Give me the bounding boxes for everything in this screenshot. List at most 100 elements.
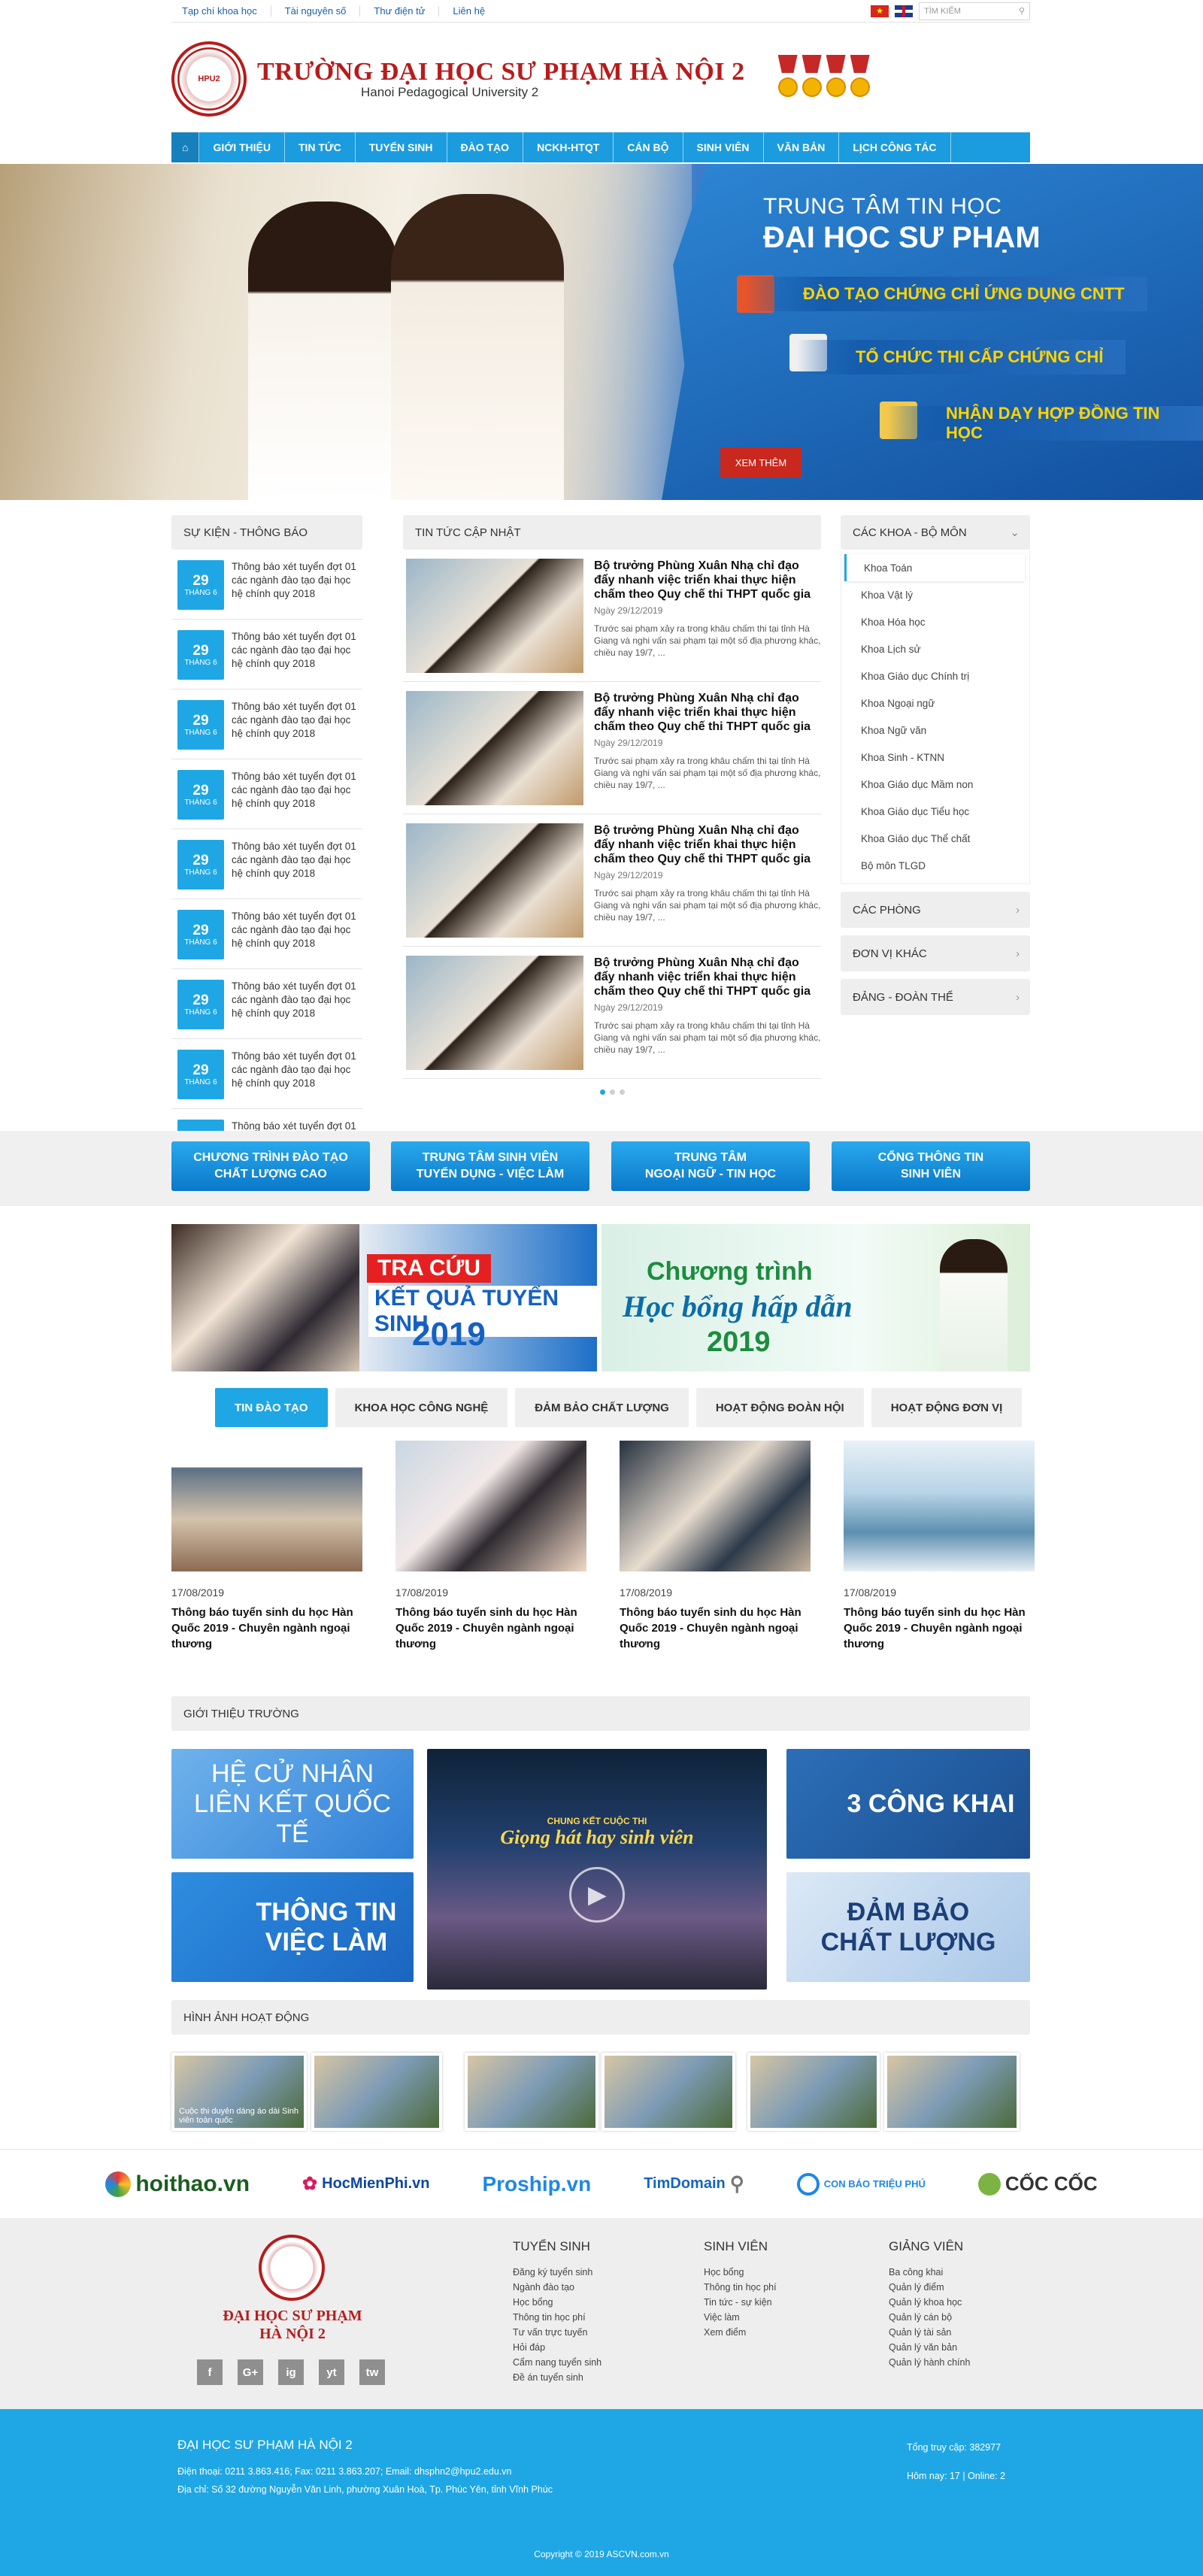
- banner-more-button[interactable]: XEM THÊM: [720, 447, 801, 477]
- news-item[interactable]: Bộ trưởng Phùng Xuân Nhạ chỉ đạo đẩy nha…: [403, 682, 821, 814]
- dept-offices[interactable]: CÁC PHÒNG ›: [841, 892, 1030, 928]
- card-image[interactable]: [171, 1441, 362, 1571]
- event-item[interactable]: 29THÁNG 6Thông báo xét tuyển đợt 01 các …: [171, 689, 362, 759]
- news-title[interactable]: Bộ trưởng Phùng Xuân Nhạ chỉ đạo đẩy nha…: [594, 956, 821, 999]
- footer-logo[interactable]: [259, 2235, 325, 2301]
- news-title[interactable]: Bộ trưởng Phùng Xuân Nhạ chỉ đạo đẩy nha…: [594, 559, 821, 602]
- news-item[interactable]: Bộ trưởng Phùng Xuân Nhạ chỉ đạo đẩy nha…: [403, 550, 821, 682]
- partner-hocmienphi[interactable]: ✿ HocMienPhi.vn: [302, 2173, 429, 2195]
- faculties-heading[interactable]: CÁC KHOA - BỘ MÔN ⌄: [841, 515, 1030, 550]
- event-text[interactable]: Thông báo xét tuyển đợt 01 các ngành đào…: [232, 770, 362, 820]
- home-icon[interactable]: ⌂: [171, 132, 200, 162]
- hero-banner[interactable]: TRUNG TÂM TIN HỌC ĐẠI HỌC SƯ PHẠM ĐÀO TẠ…: [0, 164, 1203, 500]
- footer-link[interactable]: Xem điểm: [704, 2325, 777, 2340]
- nav-item-news[interactable]: TIN TỨC: [285, 132, 356, 162]
- event-text[interactable]: Thông báo xét tuyển đợt 01 các ngành đào…: [232, 980, 362, 1029]
- tile-3-public[interactable]: 3 CÔNG KHAI: [786, 1749, 1030, 1859]
- footer-link[interactable]: Quản lý văn bản: [889, 2340, 970, 2355]
- search-icon[interactable]: ⚲: [1019, 6, 1025, 16]
- top-link-mail[interactable]: Thư điện tử: [360, 5, 440, 17]
- news-title[interactable]: Bộ trưởng Phùng Xuân Nhạ chỉ đạo đẩy nha…: [594, 823, 821, 866]
- quick-button-student-portal[interactable]: CỔNG THÔNG TIN SINH VIÊN: [832, 1141, 1030, 1191]
- tile-jobs[interactable]: THÔNG TIN VIỆC LÀM: [171, 1872, 414, 1982]
- event-item[interactable]: 29THÁNG 6Thông báo xét tuyển đợt 01 các …: [171, 620, 362, 689]
- page-dot[interactable]: [599, 1089, 605, 1095]
- english-flag-icon[interactable]: [895, 5, 913, 17]
- gallery-photo[interactable]: [747, 2053, 880, 2131]
- nav-item-staff[interactable]: CÁN BỘ: [614, 132, 683, 162]
- dept-other-units[interactable]: ĐƠN VỊ KHÁC ›: [841, 935, 1030, 971]
- footer-link[interactable]: Quản lý khoa học: [889, 2295, 970, 2310]
- intro-video[interactable]: CHUNG KẾT CUỘC THI Giọng hát hay sinh vi…: [427, 1749, 767, 1990]
- event-item[interactable]: 29THÁNG 6Thông báo xét tuyển đợt 01 các …: [171, 1039, 362, 1109]
- google-plus-icon[interactable]: G+: [238, 2359, 263, 2385]
- quick-button-student-center[interactable]: TRUNG TÂM SINH VIÊN TUYỂN DỤNG - VIỆC LÀM: [391, 1141, 589, 1191]
- footer-link[interactable]: Quản lý hành chính: [889, 2355, 970, 2370]
- footer-link[interactable]: Học bổng: [704, 2265, 777, 2280]
- gallery-photo[interactable]: [884, 2053, 1020, 2131]
- tab-quality[interactable]: ĐẢM BẢO CHẤT LƯỢNG: [515, 1388, 689, 1427]
- quick-button-language-center[interactable]: TRUNG TÂM NGOẠI NGỮ - TIN HỌC: [611, 1141, 810, 1191]
- card-image[interactable]: [844, 1441, 1035, 1571]
- event-item[interactable]: 29THÁNG 6Thông báo xét tuyển đợt 01 các …: [171, 899, 362, 969]
- event-item[interactable]: 29THÁNG 6Thông báo xét tuyển đợt 01 các …: [171, 829, 362, 899]
- top-link-journal[interactable]: Tạp chí khoa học: [171, 5, 271, 17]
- news-item[interactable]: Bộ trưởng Phùng Xuân Nhạ chỉ đạo đẩy nha…: [403, 947, 821, 1079]
- event-item[interactable]: 29THÁNG 6Thông báo xét tuyển đợt 01 các …: [171, 969, 362, 1039]
- nav-item-documents[interactable]: VĂN BẢN: [764, 132, 840, 162]
- news-card[interactable]: 17/08/2019 Thông báo tuyển sinh du học Hà…: [395, 1441, 586, 1652]
- faculty-item[interactable]: Khoa Giáo dục Thể chất: [841, 825, 1029, 852]
- footer-link[interactable]: Ba công khai: [889, 2265, 970, 2280]
- news-pagination[interactable]: [403, 1089, 821, 1095]
- faculty-item[interactable]: Khoa Hóa học: [841, 608, 1029, 635]
- instagram-icon[interactable]: ig: [278, 2359, 304, 2385]
- gallery-photo[interactable]: [602, 2053, 735, 2131]
- nav-item-about[interactable]: GIỚI THIỆU: [199, 132, 285, 162]
- footer-link[interactable]: Tin tức - sự kiện: [704, 2295, 777, 2310]
- tab-units[interactable]: HOẠT ĐỘNG ĐƠN VỊ: [871, 1388, 1023, 1427]
- nav-item-training[interactable]: ĐÀO TẠO: [447, 132, 524, 162]
- footer-link[interactable]: Tư vấn trực tuyến: [513, 2325, 602, 2340]
- faculty-item[interactable]: Khoa Toán: [844, 554, 1025, 581]
- news-card[interactable]: 17/08/2019 Thông báo tuyển sinh du học Hà…: [620, 1441, 811, 1652]
- top-link-resources[interactable]: Tài nguyên số: [271, 5, 361, 17]
- top-link-contact[interactable]: Liên hệ: [439, 5, 498, 17]
- nav-item-schedule[interactable]: LỊCH CÔNG TÁC: [839, 132, 951, 162]
- page-dot[interactable]: [619, 1089, 625, 1095]
- faculty-item[interactable]: Khoa Ngữ văn: [841, 717, 1029, 744]
- partner-proship[interactable]: Proship.vn: [482, 2172, 591, 2196]
- footer-link[interactable]: Việc làm: [704, 2310, 777, 2325]
- tab-training[interactable]: TIN ĐÀO TẠO: [215, 1388, 328, 1427]
- event-text[interactable]: Thông báo xét tuyển đợt 01 các ngành đào…: [232, 840, 362, 889]
- dept-party[interactable]: ĐẢNG - ĐOÀN THỂ ›: [841, 979, 1030, 1015]
- faculty-item[interactable]: Khoa Ngoại ngữ: [841, 689, 1029, 717]
- faculty-item[interactable]: Bộ môn TLGD: [841, 852, 1029, 879]
- nav-item-admission[interactable]: TUYỂN SINH: [356, 132, 447, 162]
- partner-conbao[interactable]: CON BÁO TRIỆU PHÚ: [796, 2172, 926, 2196]
- promo-scholarship[interactable]: Chương trình Học bổng hấp dẫn 2019: [602, 1224, 1030, 1371]
- footer-link[interactable]: Cẩm nang tuyển sinh: [513, 2355, 602, 2370]
- event-text[interactable]: Thông báo xét tuyển đợt 01 các ngành đào…: [232, 910, 362, 959]
- event-text[interactable]: Thông báo xét tuyển đợt 01 các ngành đào…: [232, 700, 362, 750]
- news-thumbnail[interactable]: [406, 559, 583, 673]
- tile-intl-bachelor[interactable]: HỆ CỬ NHÂN LIÊN KẾT QUỐC TẾ: [171, 1749, 414, 1859]
- nav-item-students[interactable]: SINH VIÊN: [683, 132, 764, 162]
- footer-link[interactable]: Học bổng: [513, 2295, 602, 2310]
- footer-link[interactable]: Đề án tuyển sinh: [513, 2370, 602, 2385]
- play-icon[interactable]: ▶: [569, 1867, 625, 1923]
- tab-union[interactable]: HOẠT ĐỘNG ĐOÀN HỘI: [695, 1388, 864, 1427]
- news-thumbnail[interactable]: [406, 691, 583, 805]
- footer-link[interactable]: Thông tin học phí: [704, 2280, 777, 2295]
- partner-hoithao[interactable]: hoithao.vn: [105, 2171, 250, 2197]
- card-image[interactable]: [395, 1441, 586, 1571]
- card-title[interactable]: Thông báo tuyển sinh du học Hàn Quốc 201…: [171, 1605, 362, 1652]
- gallery-photo[interactable]: [465, 2053, 598, 2131]
- news-item[interactable]: Bộ trưởng Phùng Xuân Nhạ chỉ đạo đẩy nha…: [403, 814, 821, 947]
- news-thumbnail[interactable]: [406, 823, 583, 938]
- card-title[interactable]: Thông báo tuyển sinh du học Hàn Quốc 201…: [395, 1605, 586, 1652]
- news-thumbnail[interactable]: [406, 956, 583, 1070]
- news-card[interactable]: 17/08/2019 Thông báo tuyển sinh du học Hà…: [844, 1441, 1035, 1652]
- vietnam-flag-icon[interactable]: ★: [871, 5, 889, 17]
- gallery-photo[interactable]: Cuộc thi duyên dáng áo dài Sinh viên toà…: [171, 2053, 307, 2131]
- quick-button-hq-program[interactable]: CHƯƠNG TRÌNH ĐÀO TẠO CHẤT LƯỢNG CAO: [171, 1141, 370, 1191]
